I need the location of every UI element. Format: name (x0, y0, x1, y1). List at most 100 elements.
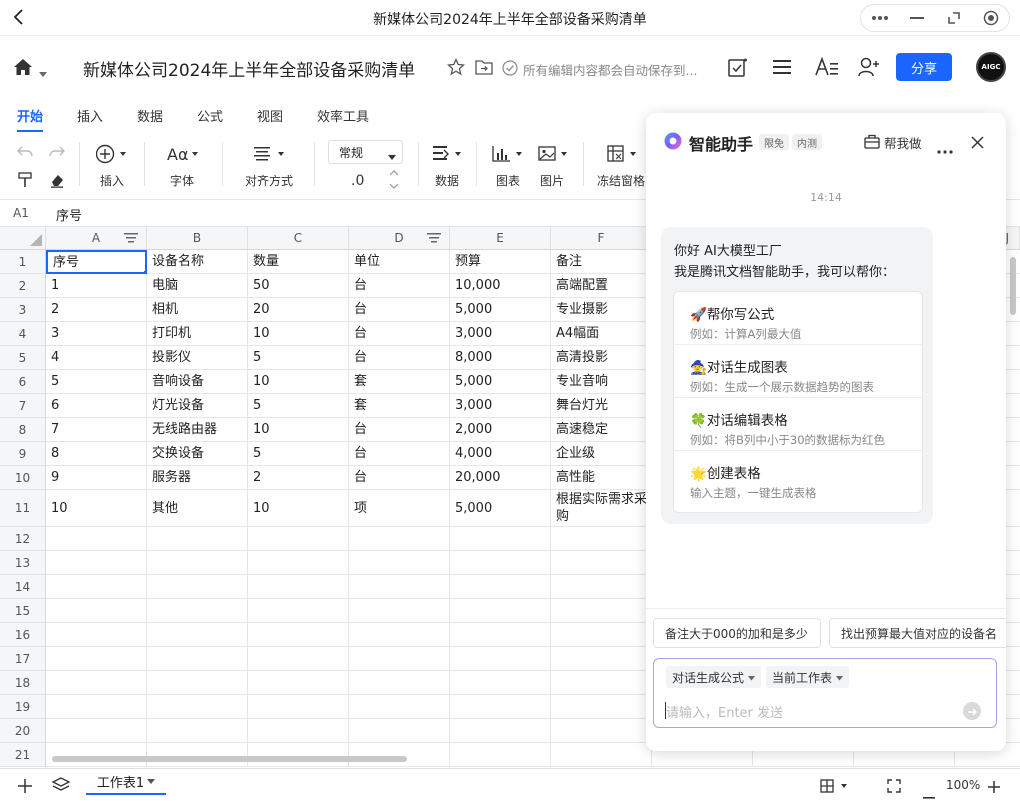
table-cell[interactable] (147, 719, 248, 743)
table-cell[interactable]: 备注 (551, 250, 652, 274)
table-cell[interactable] (551, 623, 652, 647)
tab-view[interactable]: 视图 (257, 106, 283, 125)
stepper-icon[interactable] (389, 170, 399, 194)
table-cell[interactable]: 3,000 (450, 322, 551, 346)
table-cell[interactable]: 2 (46, 298, 147, 322)
avatar[interactable]: AIGC (976, 52, 1006, 82)
chart-label[interactable]: 图表 (496, 172, 520, 189)
table-cell[interactable] (450, 719, 551, 743)
table-cell[interactable] (147, 671, 248, 695)
table-cell[interactable] (248, 623, 349, 647)
table-cell[interactable]: 3 (46, 322, 147, 346)
table-cell[interactable] (551, 599, 652, 623)
sheet-list-icon[interactable] (51, 777, 71, 797)
redo-icon[interactable] (49, 144, 65, 163)
table-cell[interactable]: 台 (349, 442, 450, 466)
row-header[interactable]: 1 (0, 250, 46, 274)
table-cell[interactable]: 2 (248, 466, 349, 490)
formula-content[interactable]: 序号 (56, 205, 82, 224)
table-cell[interactable]: 电脑 (147, 274, 248, 298)
table-cell[interactable]: 项 (349, 490, 450, 527)
table-cell[interactable] (147, 743, 248, 767)
table-cell[interactable]: A4幅面 (551, 322, 652, 346)
freeze-icon[interactable] (607, 145, 639, 167)
table-cell[interactable] (248, 671, 349, 695)
move-to-folder-icon[interactable] (475, 59, 493, 79)
table-cell[interactable]: 音响设备 (147, 370, 248, 394)
table-cell[interactable] (349, 527, 450, 551)
record-icon[interactable] (972, 5, 1009, 31)
table-cell[interactable]: 台 (349, 274, 450, 298)
chat-input-box[interactable]: 对话生成公式 当前工作表 请输入，Enter 发送 (653, 658, 997, 728)
option-write-formula[interactable]: 🚀帮你写公式 例如：计算A列最大值 (674, 292, 922, 345)
table-cell[interactable] (46, 575, 147, 599)
table-cell[interactable]: 6 (46, 394, 147, 418)
row-header[interactable]: 19 (0, 695, 46, 719)
zoom-out-icon[interactable] (923, 784, 935, 801)
tab-start[interactable]: 开始 (17, 106, 44, 132)
insert-plus-icon[interactable] (95, 144, 126, 168)
table-cell[interactable] (349, 575, 450, 599)
table-cell[interactable] (147, 551, 248, 575)
font-label[interactable]: 字体 (170, 172, 194, 189)
table-cell[interactable]: 1 (46, 274, 147, 298)
table-cell[interactable] (147, 623, 248, 647)
table-cell[interactable] (46, 527, 147, 551)
data-icon[interactable] (433, 145, 463, 167)
table-cell[interactable] (551, 671, 652, 695)
doc-title[interactable]: 新媒体公司2024年上半年全部设备采购清单 (83, 56, 415, 81)
eraser-icon[interactable] (49, 172, 65, 192)
table-cell[interactable] (450, 647, 551, 671)
tab-insert[interactable]: 插入 (77, 106, 103, 125)
decimal-format[interactable]: .0 (351, 173, 364, 189)
table-cell[interactable]: 5,000 (450, 490, 551, 527)
table-cell[interactable] (349, 719, 450, 743)
column-header[interactable]: E (450, 227, 551, 250)
table-cell[interactable] (248, 695, 349, 719)
table-cell[interactable] (450, 599, 551, 623)
more-options-icon[interactable] (937, 139, 953, 158)
row-header[interactable]: 17 (0, 647, 46, 671)
table-cell[interactable]: 根据实际需求采购 (551, 490, 652, 527)
star-icon[interactable] (446, 57, 466, 80)
row-header[interactable]: 4 (0, 322, 46, 346)
table-cell[interactable]: 10 (248, 322, 349, 346)
table-cell[interactable]: 7 (46, 418, 147, 442)
table-cell[interactable]: 5,000 (450, 370, 551, 394)
column-header[interactable]: B (147, 227, 248, 250)
column-header[interactable]: D (349, 227, 450, 250)
table-cell[interactable]: 套 (349, 370, 450, 394)
more-icon[interactable] (861, 5, 898, 31)
table-cell[interactable] (147, 599, 248, 623)
table-cell[interactable] (248, 743, 349, 767)
table-cell[interactable] (349, 671, 450, 695)
table-cell[interactable] (147, 575, 248, 599)
row-header[interactable]: 15 (0, 599, 46, 623)
suggestion-chip[interactable]: 备注大于000的加和是多少 (653, 618, 821, 648)
table-cell[interactable]: 台 (349, 298, 450, 322)
row-header[interactable]: 18 (0, 671, 46, 695)
review-check-icon[interactable] (727, 57, 749, 83)
table-cell[interactable] (349, 623, 450, 647)
view-mode-icon[interactable] (820, 778, 850, 797)
table-cell[interactable]: 高端配置 (551, 274, 652, 298)
number-format-select[interactable]: 常规 (328, 140, 403, 164)
table-cell[interactable] (551, 695, 652, 719)
table-cell[interactable]: 无线路由器 (147, 418, 248, 442)
table-cell[interactable]: 舞台灯光 (551, 394, 652, 418)
column-header[interactable]: C (248, 227, 349, 250)
home-dropdown-icon[interactable] (39, 63, 47, 82)
suggestion-chip[interactable]: 找出预算最大值对应的设备名 (829, 618, 1006, 648)
table-cell[interactable] (551, 527, 652, 551)
table-cell[interactable]: 5 (46, 370, 147, 394)
data-label[interactable]: 数据 (435, 172, 459, 189)
table-cell[interactable] (46, 671, 147, 695)
table-cell[interactable]: 企业级 (551, 442, 652, 466)
table-cell[interactable]: 5 (248, 394, 349, 418)
table-cell[interactable]: 高清投影 (551, 346, 652, 370)
table-cell[interactable] (46, 695, 147, 719)
close-icon[interactable] (971, 134, 984, 153)
menu-icon[interactable] (773, 59, 791, 79)
table-cell[interactable]: 10 (248, 418, 349, 442)
table-cell[interactable] (450, 743, 551, 767)
